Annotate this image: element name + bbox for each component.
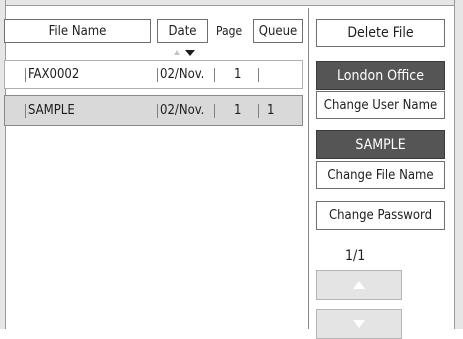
window-top-border [0,0,463,6]
scroll-up-button[interactable] [316,270,402,300]
column-separator [214,104,215,118]
queue-column-header[interactable]: Queue [253,19,303,43]
page-column-header: Page [216,24,243,38]
column-separator [157,68,158,82]
column-separator [25,104,26,118]
change-user-name-label: Change User Name [323,97,438,113]
queue-header-label: Queue [258,23,298,39]
sort-descending-icon [185,50,195,56]
scroll-down-button[interactable] [316,309,402,339]
queue-cell: 1 [267,103,275,118]
delete-file-label: Delete File [347,25,414,41]
page-cell: 1 [234,67,242,82]
file-name-cell: FAX0002 [28,67,80,82]
change-file-name-button[interactable]: Change File Name [316,161,445,189]
delete-file-button[interactable]: Delete File [316,19,445,47]
date-cell: 02/Nov. [160,67,205,82]
file-row[interactable]: FAX0002 02/Nov. 1 [4,60,303,89]
column-separator [214,68,215,82]
file-name-column-header[interactable]: File Name [4,19,151,43]
window-left-border [0,0,6,329]
page-cell: 1 [234,103,242,118]
date-cell: 02/Nov. [160,103,205,118]
change-password-button[interactable]: Change Password [316,201,445,230]
triangle-up-icon [353,281,365,289]
change-password-label: Change Password [328,208,433,223]
column-separator [25,68,26,82]
column-separator [157,104,158,118]
date-column-header[interactable]: Date [157,19,208,43]
panel-divider [308,8,309,329]
change-user-name-button[interactable]: Change User Name [316,91,445,119]
window-right-border [454,0,463,329]
file-row-selected[interactable]: SAMPLE 02/Nov. 1 1 [4,95,303,126]
file-name-header-label: File Name [48,23,107,39]
file-name-value: SAMPLE [355,136,406,153]
sort-ascending-icon [174,50,180,55]
column-separator [258,104,259,118]
date-header-label: Date [168,23,197,39]
change-file-name-label: Change File Name [327,167,434,183]
file-name-cell: SAMPLE [28,103,75,118]
user-name-value: London Office [337,67,424,84]
user-name-display: London Office [316,61,445,90]
triangle-down-icon [353,320,365,328]
page-counter: 1/1 [345,248,366,264]
column-separator [258,68,259,82]
file-name-display: SAMPLE [316,130,445,159]
sort-order-icon [174,50,195,56]
